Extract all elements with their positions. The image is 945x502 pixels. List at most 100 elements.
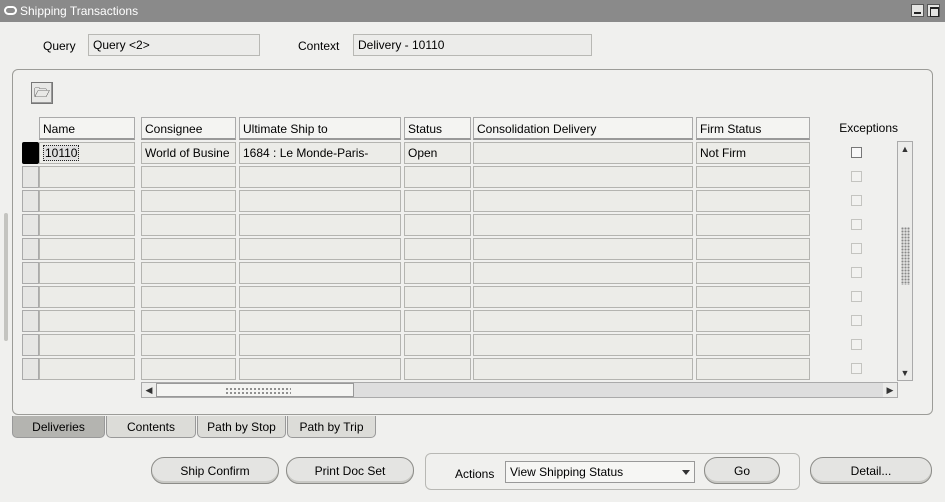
table-cell[interactable]	[473, 262, 693, 284]
table-cell-consolidation[interactable]	[473, 142, 693, 164]
table-cell[interactable]	[696, 286, 810, 308]
row-selector[interactable]	[22, 238, 39, 260]
table-cell[interactable]	[696, 190, 810, 212]
table-cell[interactable]	[39, 214, 135, 236]
row-selector[interactable]	[22, 334, 39, 356]
table-cell[interactable]	[239, 334, 401, 356]
table-cell[interactable]	[239, 214, 401, 236]
table-cell[interactable]	[404, 238, 471, 260]
ship-confirm-button[interactable]: Ship Confirm	[151, 457, 279, 484]
column-header-status[interactable]: Status	[404, 117, 471, 140]
maximize-icon[interactable]	[927, 4, 940, 17]
tab-contents[interactable]: Contents	[106, 416, 196, 438]
table-cell[interactable]	[141, 214, 236, 236]
table-cell[interactable]	[696, 262, 810, 284]
table-cell[interactable]	[239, 358, 401, 380]
table-cell[interactable]	[404, 286, 471, 308]
column-header-name[interactable]: Name	[39, 117, 135, 140]
table-cell[interactable]	[141, 238, 236, 260]
row-selector[interactable]	[22, 310, 39, 332]
exceptions-checkbox[interactable]	[851, 243, 862, 254]
table-cell[interactable]	[473, 310, 693, 332]
exceptions-checkbox[interactable]	[851, 339, 862, 350]
table-cell[interactable]	[696, 358, 810, 380]
table-cell[interactable]	[239, 262, 401, 284]
table-cell[interactable]	[473, 214, 693, 236]
table-cell[interactable]	[39, 262, 135, 284]
table-cell[interactable]	[696, 334, 810, 356]
table-cell-ship-to[interactable]: 1684 : Le Monde-Paris-	[239, 142, 401, 164]
row-selector[interactable]	[22, 190, 39, 212]
table-cell[interactable]	[141, 358, 236, 380]
table-cell[interactable]	[141, 334, 236, 356]
table-cell[interactable]	[696, 214, 810, 236]
column-header-consignee[interactable]: Consignee	[141, 117, 236, 140]
horizontal-scroll-thumb[interactable]	[156, 383, 354, 397]
column-header-exceptions[interactable]: Exceptions	[812, 117, 898, 140]
row-selector[interactable]	[22, 358, 39, 380]
table-cell[interactable]	[404, 358, 471, 380]
window-menu-icon[interactable]	[4, 6, 17, 15]
exceptions-checkbox[interactable]	[851, 147, 862, 158]
table-cell[interactable]	[473, 334, 693, 356]
exceptions-checkbox[interactable]	[851, 219, 862, 230]
table-cell[interactable]	[404, 214, 471, 236]
tab-path-by-trip[interactable]: Path by Trip	[287, 416, 376, 438]
row-selector[interactable]	[22, 214, 39, 236]
table-cell[interactable]	[696, 310, 810, 332]
scroll-right-icon[interactable]: ▶	[883, 383, 897, 397]
vertical-scrollbar[interactable]: ▲ ▼	[897, 141, 913, 381]
table-cell[interactable]	[404, 334, 471, 356]
table-cell[interactable]	[404, 310, 471, 332]
table-cell[interactable]	[39, 286, 135, 308]
table-cell[interactable]	[239, 286, 401, 308]
tab-deliveries[interactable]: Deliveries	[12, 416, 105, 438]
exceptions-checkbox[interactable]	[851, 171, 862, 182]
scroll-left-icon[interactable]: ◀	[142, 383, 156, 397]
table-cell[interactable]	[473, 238, 693, 260]
table-cell[interactable]	[39, 310, 135, 332]
table-cell[interactable]	[39, 190, 135, 212]
scroll-down-icon[interactable]: ▼	[898, 366, 912, 380]
table-cell[interactable]	[473, 166, 693, 188]
table-cell[interactable]	[141, 286, 236, 308]
table-cell-firm-status[interactable]: Not Firm	[696, 142, 810, 164]
table-cell[interactable]	[39, 238, 135, 260]
table-cell-status[interactable]: Open	[404, 142, 471, 164]
table-cell[interactable]	[239, 238, 401, 260]
chevron-down-icon[interactable]	[682, 470, 690, 475]
row-selector[interactable]	[22, 286, 39, 308]
table-cell[interactable]	[39, 334, 135, 356]
exceptions-checkbox[interactable]	[851, 267, 862, 278]
table-cell[interactable]	[39, 166, 135, 188]
table-cell[interactable]	[39, 358, 135, 380]
table-cell[interactable]	[239, 310, 401, 332]
table-cell[interactable]	[473, 190, 693, 212]
actions-select[interactable]: View Shipping Status	[505, 461, 695, 483]
table-cell[interactable]	[404, 190, 471, 212]
exceptions-checkbox[interactable]	[851, 315, 862, 326]
table-cell[interactable]	[141, 310, 236, 332]
detail-button[interactable]: Detail...	[810, 457, 932, 484]
row-selector-current[interactable]	[22, 142, 39, 164]
query-field[interactable]: Query <2>	[88, 34, 260, 56]
scroll-grip[interactable]	[901, 227, 910, 285]
table-cell[interactable]	[696, 238, 810, 260]
folder-open-icon[interactable]: 🗁	[31, 82, 53, 104]
row-selector[interactable]	[22, 166, 39, 188]
row-selector[interactable]	[22, 262, 39, 284]
table-cell[interactable]	[473, 358, 693, 380]
tab-path-by-stop[interactable]: Path by Stop	[197, 416, 286, 438]
exceptions-checkbox[interactable]	[851, 363, 862, 374]
horizontal-scrollbar[interactable]: ◀ ▶	[141, 382, 898, 398]
table-cell-name[interactable]: 10110	[39, 142, 135, 164]
context-field[interactable]: Delivery - 10110	[353, 34, 592, 56]
table-cell[interactable]	[696, 166, 810, 188]
table-cell[interactable]	[239, 166, 401, 188]
column-header-firm-status[interactable]: Firm Status	[696, 117, 810, 140]
print-doc-set-button[interactable]: Print Doc Set	[286, 457, 414, 484]
table-cell[interactable]	[404, 262, 471, 284]
minimize-icon[interactable]	[911, 4, 924, 17]
go-button[interactable]: Go	[704, 457, 780, 484]
table-cell[interactable]	[239, 190, 401, 212]
